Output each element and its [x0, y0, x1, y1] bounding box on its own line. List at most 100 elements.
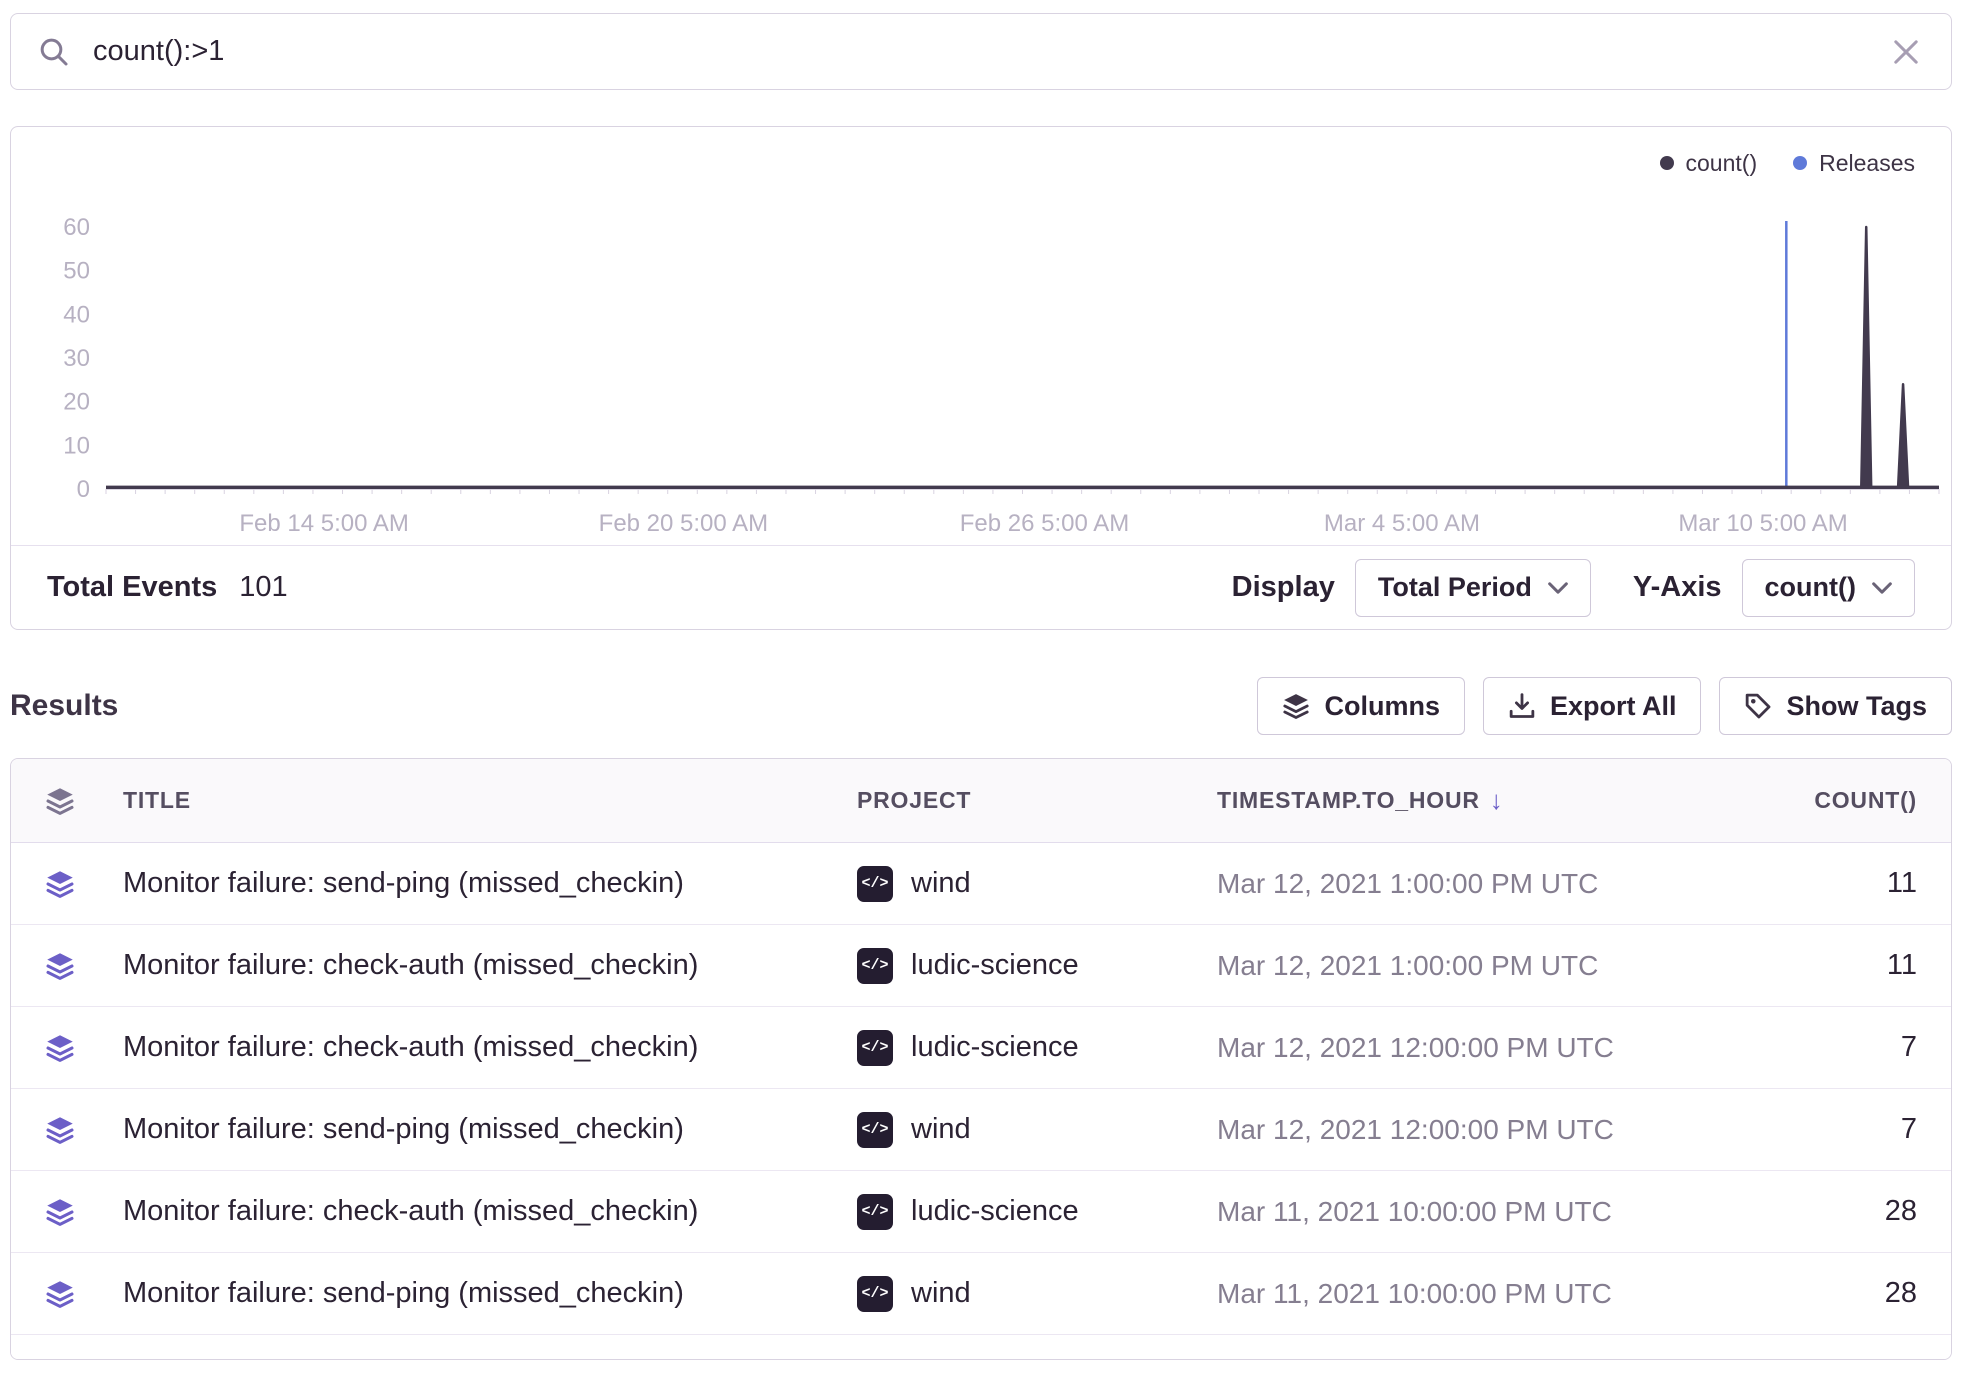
layers-icon — [1282, 692, 1310, 720]
table-row[interactable]: Monitor failure: send-ping (missed_check… — [11, 843, 1951, 925]
project-platform-icon: </> — [857, 948, 893, 984]
chart-legend: count() Releases — [11, 127, 1951, 177]
display-select-value: Total Period — [1378, 572, 1532, 603]
project-name: wind — [911, 1277, 971, 1310]
event-stack-icon[interactable] — [45, 951, 123, 981]
row-project: </> ludic-science — [857, 1030, 1217, 1066]
row-title: Monitor failure: send-ping (missed_check… — [123, 867, 857, 900]
table-footer — [11, 1335, 1951, 1359]
export-all-button[interactable]: Export All — [1483, 677, 1702, 735]
column-header-title[interactable]: TITLE — [123, 787, 857, 814]
project-platform-icon: </> — [857, 1030, 893, 1066]
total-events-value: 101 — [239, 571, 287, 604]
row-project: </> wind — [857, 1276, 1217, 1312]
column-header-project[interactable]: PROJECT — [857, 787, 1217, 814]
columns-button[interactable]: Columns — [1257, 677, 1465, 735]
clear-search-icon[interactable] — [1889, 35, 1923, 69]
svg-text:20: 20 — [63, 389, 90, 416]
row-title: Monitor failure: check-auth (missed_chec… — [123, 1031, 857, 1064]
row-project: </> ludic-science — [857, 948, 1217, 984]
row-timestamp: Mar 11, 2021 10:00:00 PM UTC — [1217, 1278, 1697, 1310]
legend-item-releases[interactable]: Releases — [1793, 150, 1915, 177]
search-icon — [39, 37, 69, 67]
table-row[interactable]: Monitor failure: check-auth (missed_chec… — [11, 1171, 1951, 1253]
results-table: TITLE PROJECT TIMESTAMP.TO_HOUR ↓ COUNT(… — [10, 758, 1952, 1360]
row-project: </> wind — [857, 1112, 1217, 1148]
row-timestamp: Mar 12, 2021 12:00:00 PM UTC — [1217, 1032, 1697, 1064]
event-stack-icon[interactable] — [45, 869, 123, 899]
project-name: ludic-science — [911, 1195, 1079, 1228]
table-body: Monitor failure: send-ping (missed_check… — [11, 843, 1951, 1335]
column-header-timestamp[interactable]: TIMESTAMP.TO_HOUR ↓ — [1217, 785, 1697, 816]
row-project: </> wind — [857, 866, 1217, 902]
project-platform-icon: </> — [857, 1112, 893, 1148]
events-chart: 0102030405060Feb 14 5:00 AMFeb 20 5:00 A… — [11, 177, 1951, 545]
columns-button-label: Columns — [1324, 691, 1440, 722]
search-bar[interactable] — [10, 13, 1952, 90]
svg-text:60: 60 — [63, 214, 90, 241]
events-chart-panel: count() Releases 0 10 20 30 40 50 60 Feb 14 5:00… — [10, 126, 1952, 630]
svg-text:30: 30 — [63, 345, 90, 372]
project-name: ludic-science — [911, 1031, 1079, 1064]
svg-text:Mar 4 5:00 AM: Mar 4 5:00 AM — [1324, 510, 1480, 537]
show-tags-button-label: Show Tags — [1786, 691, 1927, 722]
legend-label: count() — [1686, 150, 1758, 177]
svg-text:0: 0 — [77, 476, 90, 503]
row-title: Monitor failure: send-ping (missed_check… — [123, 1277, 857, 1310]
svg-text:50: 50 — [63, 258, 90, 285]
results-heading: Results — [10, 689, 118, 723]
row-count: 7 — [1697, 1031, 1917, 1064]
tag-icon — [1744, 692, 1772, 720]
yaxis-select-value: count() — [1765, 572, 1856, 603]
event-stack-icon[interactable] — [45, 1115, 123, 1145]
event-stack-icon[interactable] — [45, 1197, 123, 1227]
yaxis-label: Y-Axis — [1633, 571, 1722, 604]
table-row[interactable]: Monitor failure: check-auth (missed_chec… — [11, 925, 1951, 1007]
row-timestamp: Mar 12, 2021 12:00:00 PM UTC — [1217, 1114, 1697, 1146]
svg-text:Feb 14 5:00 AM: Feb 14 5:00 AM — [239, 510, 408, 537]
row-count: 28 — [1697, 1277, 1917, 1310]
chevron-down-icon — [1872, 581, 1892, 595]
legend-item-count[interactable]: count() — [1660, 150, 1758, 177]
row-count: 28 — [1697, 1195, 1917, 1228]
chevron-down-icon — [1548, 581, 1568, 595]
results-header: Results Columns Export All Show Tags — [10, 676, 1952, 736]
table-row[interactable]: Monitor failure: send-ping (missed_check… — [11, 1253, 1951, 1335]
svg-text:Mar 10 5:00 AM: Mar 10 5:00 AM — [1678, 510, 1847, 537]
legend-label: Releases — [1819, 150, 1915, 177]
project-name: wind — [911, 1113, 971, 1146]
project-platform-icon: </> — [857, 866, 893, 902]
column-header-timestamp-label: TIMESTAMP.TO_HOUR — [1217, 787, 1480, 814]
display-select[interactable]: Total Period — [1355, 559, 1591, 617]
table-header: TITLE PROJECT TIMESTAMP.TO_HOUR ↓ COUNT(… — [11, 759, 1951, 843]
download-icon — [1508, 692, 1536, 720]
row-project: </> ludic-science — [857, 1194, 1217, 1230]
table-row[interactable]: Monitor failure: send-ping (missed_check… — [11, 1089, 1951, 1171]
row-title: Monitor failure: check-auth (missed_chec… — [123, 949, 857, 982]
project-name: wind — [911, 867, 971, 900]
layers-icon — [45, 786, 123, 816]
row-count: 11 — [1697, 949, 1917, 982]
row-count: 11 — [1697, 867, 1917, 900]
svg-text:10: 10 — [63, 432, 90, 459]
svg-text:40: 40 — [63, 301, 90, 328]
event-stack-icon[interactable] — [45, 1279, 123, 1309]
display-label: Display — [1232, 571, 1335, 604]
event-stack-icon[interactable] — [45, 1033, 123, 1063]
svg-text:Feb 26 5:00 AM: Feb 26 5:00 AM — [960, 510, 1129, 537]
row-count: 7 — [1697, 1113, 1917, 1146]
row-title: Monitor failure: send-ping (missed_check… — [123, 1113, 857, 1146]
legend-dot-icon — [1660, 156, 1674, 170]
column-header-count[interactable]: COUNT() — [1697, 787, 1917, 814]
show-tags-button[interactable]: Show Tags — [1719, 677, 1952, 735]
yaxis-select[interactable]: count() — [1742, 559, 1915, 617]
row-timestamp: Mar 12, 2021 1:00:00 PM UTC — [1217, 868, 1697, 900]
project-platform-icon: </> — [857, 1276, 893, 1312]
row-timestamp: Mar 11, 2021 10:00:00 PM UTC — [1217, 1196, 1697, 1228]
chart-footer: Total Events 101 Display Total Period Y-… — [11, 545, 1951, 629]
table-row[interactable]: Monitor failure: check-auth (missed_chec… — [11, 1007, 1951, 1089]
search-input[interactable] — [91, 34, 1867, 69]
export-all-button-label: Export All — [1550, 691, 1677, 722]
legend-dot-icon — [1793, 156, 1807, 170]
sort-desc-icon: ↓ — [1490, 785, 1504, 816]
